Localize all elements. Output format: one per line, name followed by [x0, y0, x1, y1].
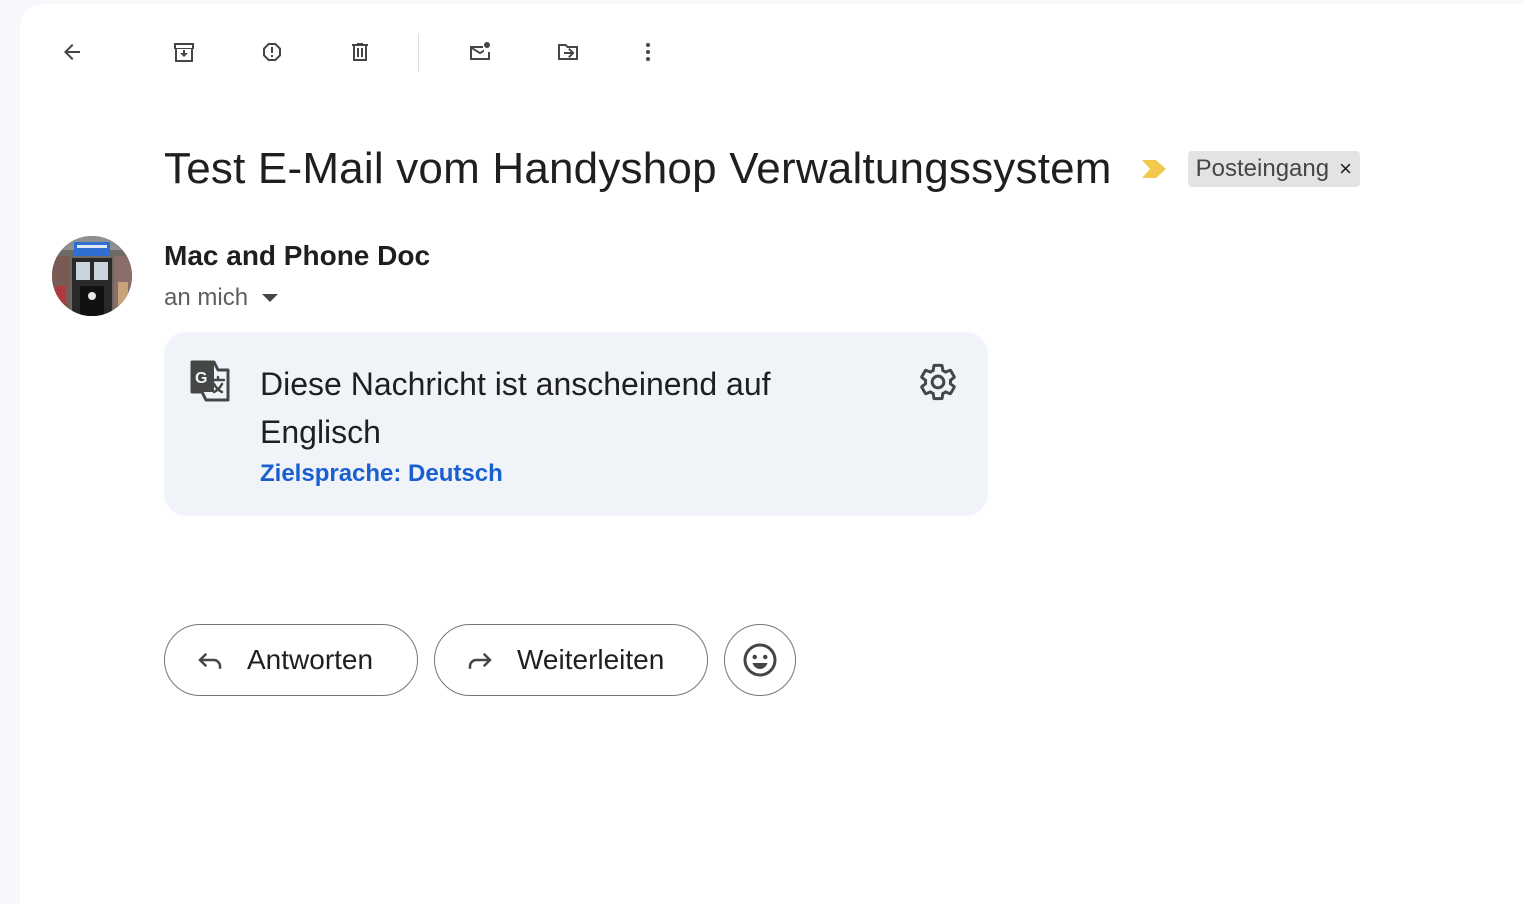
forward-arrow-icon [468, 652, 492, 669]
archive-button[interactable] [162, 30, 206, 74]
reply-arrow-icon [198, 652, 222, 669]
trash-icon [352, 43, 368, 61]
sender-avatar[interactable] [52, 236, 132, 316]
label-chip-text: Posteingang [1195, 155, 1330, 182]
label-chip-inbox: Posteingang × [1187, 151, 1360, 187]
storefront-photo-icon [52, 236, 132, 316]
mark-unread-button[interactable] [458, 30, 502, 74]
translate-message: Diese Nachricht ist anscheinend auf Engl… [260, 366, 771, 450]
more-options-button[interactable] [626, 30, 670, 74]
svg-text:G: G [195, 370, 207, 387]
target-language-link[interactable]: Zielsprache: Deutsch [260, 460, 503, 488]
move-to-folder-icon [558, 44, 578, 60]
recipient-text: an mich [164, 284, 249, 311]
toolbar-divider [418, 34, 419, 72]
gear-icon [920, 363, 956, 401]
move-to-button[interactable] [546, 30, 590, 74]
remove-label-button[interactable]: × [1339, 156, 1352, 182]
emoji-reaction-button[interactable] [724, 624, 796, 696]
report-spam-icon [263, 43, 281, 61]
forward-button[interactable]: Weiterleiten [434, 624, 708, 696]
recipient-details-toggle[interactable]: an mich [164, 284, 279, 312]
sender-name[interactable]: Mac and Phone Doc [164, 240, 430, 272]
important-marker-icon[interactable] [1140, 158, 1168, 180]
back-button[interactable] [50, 30, 94, 74]
reply-button[interactable]: Antworten [164, 624, 418, 696]
delete-button[interactable] [338, 30, 382, 74]
emoji-reaction-icon [743, 643, 777, 677]
mark-unread-icon [470, 42, 490, 60]
message-panel: Test E-Mail vom Handyshop Verwaltungssys… [20, 4, 1524, 904]
subject-row: Test E-Mail vom Handyshop Verwaltungssys… [164, 144, 1360, 194]
reply-label: Antworten [247, 644, 374, 675]
archive-icon [174, 43, 194, 62]
caret-down-icon [262, 294, 279, 302]
report-spam-button[interactable] [250, 30, 294, 74]
forward-label: Weiterleiten [517, 644, 665, 675]
message-toolbar [20, 4, 1524, 100]
translate-settings-button[interactable] [916, 360, 960, 404]
more-vert-icon [646, 43, 650, 61]
translate-banner: G Diese Nachricht ist anscheinend auf En… [164, 332, 988, 516]
email-subject: Test E-Mail vom Handyshop Verwaltungssys… [164, 144, 1112, 193]
google-translate-icon: G [190, 360, 230, 402]
back-arrow-icon [64, 44, 80, 60]
